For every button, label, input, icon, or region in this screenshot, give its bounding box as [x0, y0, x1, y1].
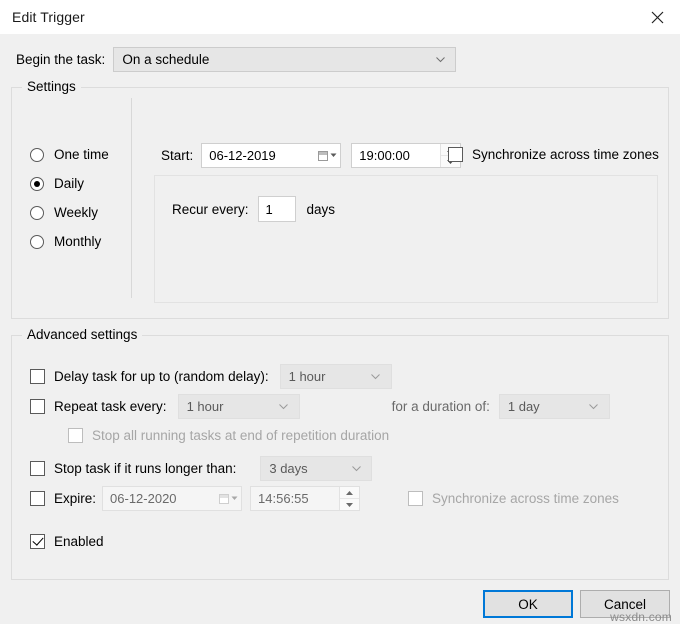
chevron-down-icon: [347, 466, 365, 472]
sync-timezones-label: Synchronize across time zones: [472, 147, 659, 162]
recur-every-row: Recur every: 1 days: [172, 196, 335, 222]
delay-task-select[interactable]: 1 hour: [280, 364, 392, 389]
calendar-icon: [219, 494, 229, 504]
recur-every-label: Recur every:: [172, 202, 249, 217]
spinner-up-icon[interactable]: [340, 487, 359, 499]
close-button[interactable]: [634, 0, 680, 34]
radio-label: Monthly: [54, 234, 101, 249]
radio-circle-icon: [30, 235, 44, 249]
delay-task-value: 1 hour: [281, 369, 367, 384]
stop-task-longer-row: Stop task if it runs longer than: 3 days: [30, 456, 372, 481]
delay-task-label: Delay task for up to (random delay):: [54, 369, 269, 384]
checkbox-icon: [30, 399, 45, 414]
expire-time-value: 14:56:55: [251, 491, 339, 506]
stop-task-longer-label: Stop task if it runs longer than:: [54, 461, 236, 476]
start-label: Start:: [161, 148, 193, 163]
title-bar: Edit Trigger: [0, 0, 680, 34]
start-time-value: 19:00:00: [352, 148, 440, 163]
stop-all-running-checkbox: Stop all running tasks at end of repetit…: [68, 428, 389, 443]
calendar-icon: [318, 151, 328, 161]
recur-every-input[interactable]: 1: [258, 196, 296, 222]
close-icon: [651, 11, 664, 24]
dialog-body: Begin the task: On a schedule Settings O…: [0, 34, 680, 594]
recur-unit-label: days: [307, 202, 336, 217]
settings-legend: Settings: [22, 79, 81, 94]
radio-circle-icon: [30, 148, 44, 162]
advanced-settings-legend: Advanced settings: [22, 327, 142, 342]
repeat-task-label: Repeat task every:: [54, 399, 167, 414]
enabled-label: Enabled: [54, 534, 104, 549]
chevron-down-icon: [431, 57, 449, 63]
repeat-task-checkbox[interactable]: Repeat task every:: [30, 399, 167, 414]
start-date-picker-button[interactable]: [314, 151, 340, 161]
begin-task-select[interactable]: On a schedule: [113, 47, 456, 72]
start-date-input[interactable]: 06-12-2019: [201, 143, 341, 168]
watermark: wsxdn.com: [610, 610, 672, 624]
recur-every-value: 1: [259, 202, 273, 217]
enabled-checkbox[interactable]: Enabled: [30, 534, 104, 549]
schedule-type-radio-group: One time Daily Weekly Monthly: [30, 140, 109, 256]
expire-time-spinner[interactable]: [339, 487, 359, 510]
start-time-input[interactable]: 19:00:00: [351, 143, 461, 168]
expire-sync-timezones-label: Synchronize across time zones: [432, 491, 619, 506]
settings-group: Settings One time Daily Weekly Monthly: [11, 87, 669, 319]
checkbox-icon: [448, 147, 463, 162]
repeat-task-row: Repeat task every: 1 hour for a duration…: [30, 394, 610, 419]
stop-task-longer-checkbox[interactable]: Stop task if it runs longer than:: [30, 461, 236, 476]
checkbox-icon: [30, 369, 45, 384]
expire-time-input[interactable]: 14:56:55: [250, 486, 360, 511]
repeat-duration-label: for a duration of:: [392, 399, 490, 414]
expire-sync-timezones-checkbox: Synchronize across time zones: [408, 491, 619, 506]
repeat-task-value: 1 hour: [179, 399, 275, 414]
stop-all-running-row: Stop all running tasks at end of repetit…: [68, 428, 389, 443]
chevron-down-icon: [367, 374, 385, 380]
advanced-settings-group: Advanced settings Delay task for up to (…: [11, 335, 669, 580]
checkbox-icon: [30, 491, 45, 506]
checkbox-icon: [30, 461, 45, 476]
expire-row: Expire: 06-12-2020 14:56:55: [30, 486, 619, 511]
start-date-value: 06-12-2019: [202, 148, 314, 163]
radio-label: Weekly: [54, 205, 98, 220]
stop-task-longer-value: 3 days: [261, 461, 347, 476]
radio-label: Daily: [54, 176, 84, 191]
expire-checkbox[interactable]: Expire:: [30, 491, 96, 506]
repeat-duration-value: 1 day: [500, 399, 585, 414]
radio-circle-icon: [30, 206, 44, 220]
radio-label: One time: [54, 147, 109, 162]
repeat-task-select[interactable]: 1 hour: [178, 394, 300, 419]
begin-task-row: Begin the task: On a schedule: [16, 47, 456, 72]
begin-task-label: Begin the task:: [16, 52, 105, 67]
checkbox-icon: [408, 491, 423, 506]
chevron-down-icon: [330, 153, 337, 158]
recurrence-panel: Recur every: 1 days: [154, 175, 658, 303]
expire-date-input[interactable]: 06-12-2020: [102, 486, 242, 511]
radio-circle-selected-icon: [30, 177, 44, 191]
radio-daily[interactable]: Daily: [30, 169, 109, 198]
stop-task-longer-select[interactable]: 3 days: [260, 456, 372, 481]
ok-button[interactable]: OK: [483, 590, 573, 618]
sync-timezones-checkbox[interactable]: Synchronize across time zones: [448, 147, 659, 162]
window-title: Edit Trigger: [12, 9, 85, 25]
expire-label: Expire:: [54, 491, 96, 506]
spinner-down-icon[interactable]: [340, 499, 359, 510]
begin-task-value: On a schedule: [114, 52, 431, 67]
delay-task-checkbox[interactable]: Delay task for up to (random delay):: [30, 369, 269, 384]
start-row: Start: 06-12-2019 19:00:00: [161, 143, 461, 168]
delay-task-row: Delay task for up to (random delay): 1 h…: [30, 364, 392, 389]
radio-one-time[interactable]: One time: [30, 140, 109, 169]
checkbox-checked-icon: [30, 534, 45, 549]
radio-weekly[interactable]: Weekly: [30, 198, 109, 227]
settings-divider: [131, 98, 132, 298]
chevron-down-icon: [585, 404, 603, 410]
expire-date-value: 06-12-2020: [103, 491, 215, 506]
repeat-duration-select[interactable]: 1 day: [499, 394, 610, 419]
chevron-down-icon: [231, 496, 238, 501]
stop-all-running-label: Stop all running tasks at end of repetit…: [92, 428, 389, 443]
chevron-down-icon: [275, 404, 293, 410]
expire-date-picker-button[interactable]: [215, 494, 241, 504]
checkbox-icon: [68, 428, 83, 443]
enabled-row: Enabled: [30, 534, 104, 549]
radio-monthly[interactable]: Monthly: [30, 227, 109, 256]
